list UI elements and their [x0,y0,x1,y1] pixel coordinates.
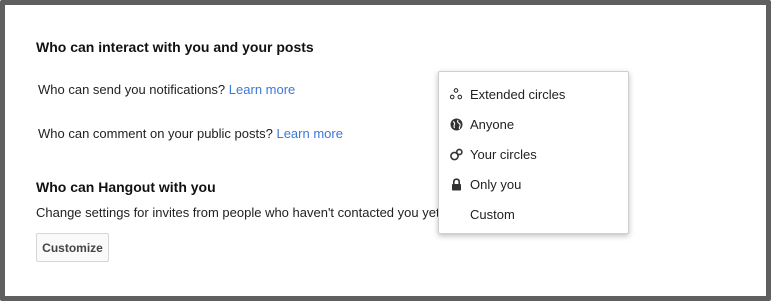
menu-item-label: Only you [470,176,522,192]
globe-icon [449,117,463,131]
menu-item-your-circles[interactable]: Your circles [439,139,628,169]
comments-learn-more-link[interactable]: Learn more [276,126,342,141]
notifications-setting-row: Who can send you notifications? Learn mo… [38,82,295,97]
notifications-setting-label: Who can send you notifications? [38,82,226,97]
menu-item-label: Your circles [470,146,537,162]
lock-icon [449,177,463,191]
menu-item-label: Anyone [470,116,515,132]
menu-item-anyone[interactable]: Anyone [439,109,628,139]
menu-item-label: Extended circles [470,86,566,102]
comments-setting-label: Who can comment on your public posts? [38,126,273,141]
audience-dropdown-menu: Extended circles Anyone Your circles Onl… [438,71,629,234]
menu-item-extended-circles[interactable]: Extended circles [439,79,628,109]
interact-section-title: Who can interact with you and your posts [36,39,314,55]
menu-item-custom[interactable]: Custom [439,199,628,229]
hangout-section-title: Who can Hangout with you [36,179,216,195]
comments-setting-row: Who can comment on your public posts? Le… [38,126,343,141]
menu-item-only-you[interactable]: Only you [439,169,628,199]
extended-circles-icon [449,87,463,101]
hangout-description: Change settings for invites from people … [36,205,444,220]
circles-icon [449,147,463,161]
menu-item-label: Custom [470,206,515,222]
notifications-learn-more-link[interactable]: Learn more [229,82,295,97]
customize-button[interactable]: Customize [36,233,109,262]
empty-icon-slot [449,207,463,221]
